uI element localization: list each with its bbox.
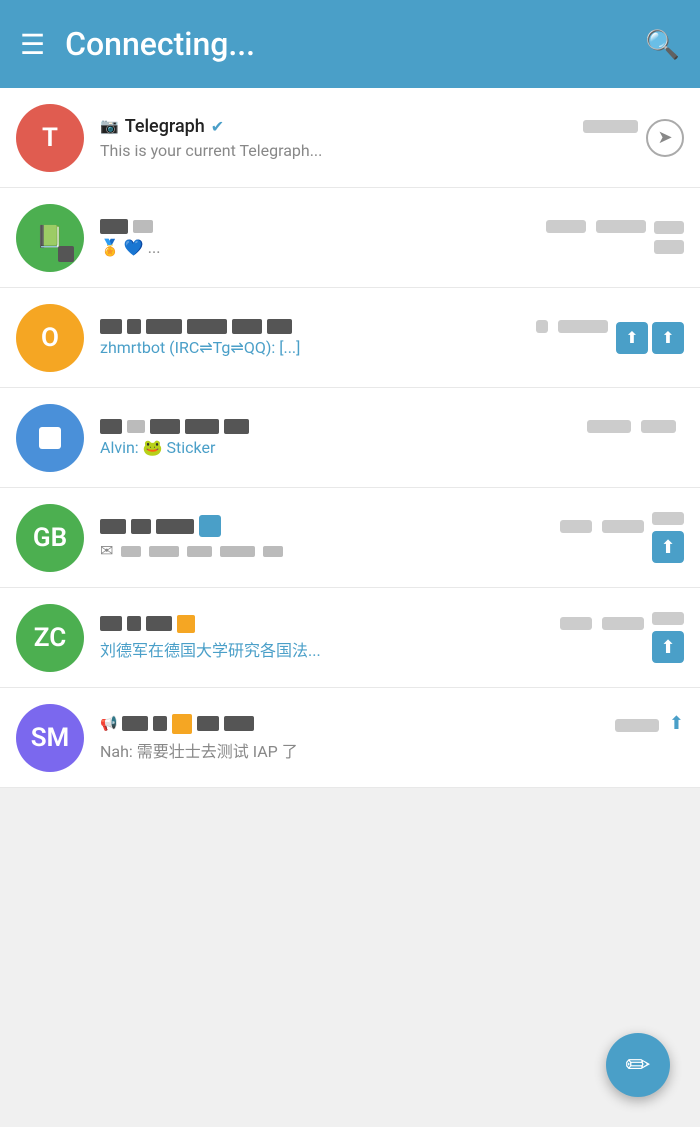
compose-fab-button[interactable]: ✏ — [606, 1033, 670, 1097]
chat-preview-telegraph: This is your current Telegraph... — [100, 141, 638, 160]
chat-name-telegraph: 📷 Telegraph ✔ — [100, 116, 224, 137]
chat-preview-7: Nah: 需要壮士去测试 IAP 了 — [100, 738, 684, 762]
hamburger-icon[interactable]: ☰ — [20, 28, 45, 61]
chat-preview-2: 🏅 💙 ... — [100, 238, 646, 257]
chat-name-3 — [100, 319, 292, 334]
chat-content-6: 刘德军在德国大学研究各国法... — [100, 615, 644, 661]
forward-icon[interactable]: ➤ — [646, 119, 684, 157]
avatar-2: 📗 — [16, 204, 84, 272]
chat-name-6 — [100, 615, 195, 633]
chat-item-3[interactable]: O zhmrt­bot (IRC⇌Tg⇌QQ): [...] — [0, 288, 700, 388]
chat-right-2 — [654, 221, 684, 254]
search-icon[interactable]: 🔍 — [645, 28, 680, 61]
chat-name-7: 📢 — [100, 714, 254, 734]
chat-preview-6: 刘德军在德国大学研究各国法... — [100, 637, 644, 661]
avatar-6: ZC — [16, 604, 84, 672]
chat-content-5: ✉ — [100, 515, 644, 560]
avatar-4 — [16, 404, 84, 472]
chat-preview-4: Alvin: 🐸 Sticker — [100, 438, 676, 457]
page-title: Connecting... — [65, 25, 645, 63]
chat-content-telegraph: 📷 Telegraph ✔ This is your current Teleg… — [100, 116, 638, 160]
chat-name-4 — [100, 419, 249, 434]
camera-icon: 📷 — [100, 117, 119, 135]
chat-header-2 — [100, 219, 646, 234]
chat-right-6: ⬆ — [652, 612, 684, 663]
verified-badge: ✔ — [211, 117, 224, 136]
chat-right-3: ⬆ ⬆ — [616, 322, 684, 354]
chat-item-2[interactable]: 📗 🏅 💙 ... — [0, 188, 700, 288]
top-bar: ☰ Connecting... 🔍 — [0, 0, 700, 88]
chat-time-5 — [560, 519, 644, 534]
chat-header-4 — [100, 419, 676, 434]
avatar-7: SM — [16, 704, 84, 772]
chat-header-7: 📢 ⬆ — [100, 713, 684, 734]
avatar-5: GB — [16, 504, 84, 572]
chat-time-6 — [560, 616, 644, 631]
chat-content-2: 🏅 💙 ... — [100, 219, 646, 257]
chat-content-3: zhmrt­bot (IRC⇌Tg⇌QQ): [...] — [100, 319, 608, 357]
avatar-3: O — [16, 304, 84, 372]
chat-item-5[interactable]: GB ✉ — [0, 488, 700, 588]
chat-list: T 📷 Telegraph ✔ This is your current Tel… — [0, 88, 700, 788]
chat-content-4: Alvin: 🐸 Sticker — [100, 419, 676, 457]
chat-item-6[interactable]: ZC 刘德军在德国大学研究各国法... ⬆ — [0, 588, 700, 688]
chat-header-telegraph: 📷 Telegraph ✔ — [100, 116, 638, 137]
chat-header-6 — [100, 615, 644, 633]
chat-name-5 — [100, 515, 221, 537]
chat-time-4 — [587, 419, 676, 434]
chat-preview-3: zhmrt­bot (IRC⇌Tg⇌QQ): [...] — [100, 338, 608, 357]
chat-time-3 — [536, 319, 608, 334]
chat-header-3 — [100, 319, 608, 334]
chat-right-telegraph: ➤ — [646, 119, 684, 157]
chat-content-7: 📢 ⬆ Nah: 需要壮士去测试 IAP 了 — [100, 713, 684, 762]
chat-right-5: ⬆ — [652, 512, 684, 563]
chat-time-telegraph — [583, 119, 638, 134]
chat-item-7[interactable]: SM 📢 ⬆ Nah: 需要壮士去测试 IAP 了 — [0, 688, 700, 788]
chat-preview-5: ✉ — [100, 541, 644, 560]
chat-time-2 — [546, 219, 646, 234]
chat-name-2 — [100, 219, 153, 234]
chat-time-7: ⬆ — [615, 713, 684, 734]
avatar-telegraph: T — [16, 104, 84, 172]
chat-item-4[interactable]: Alvin: 🐸 Sticker — [0, 388, 700, 488]
chat-header-5 — [100, 515, 644, 537]
chat-item-telegraph[interactable]: T 📷 Telegraph ✔ This is your current Tel… — [0, 88, 700, 188]
